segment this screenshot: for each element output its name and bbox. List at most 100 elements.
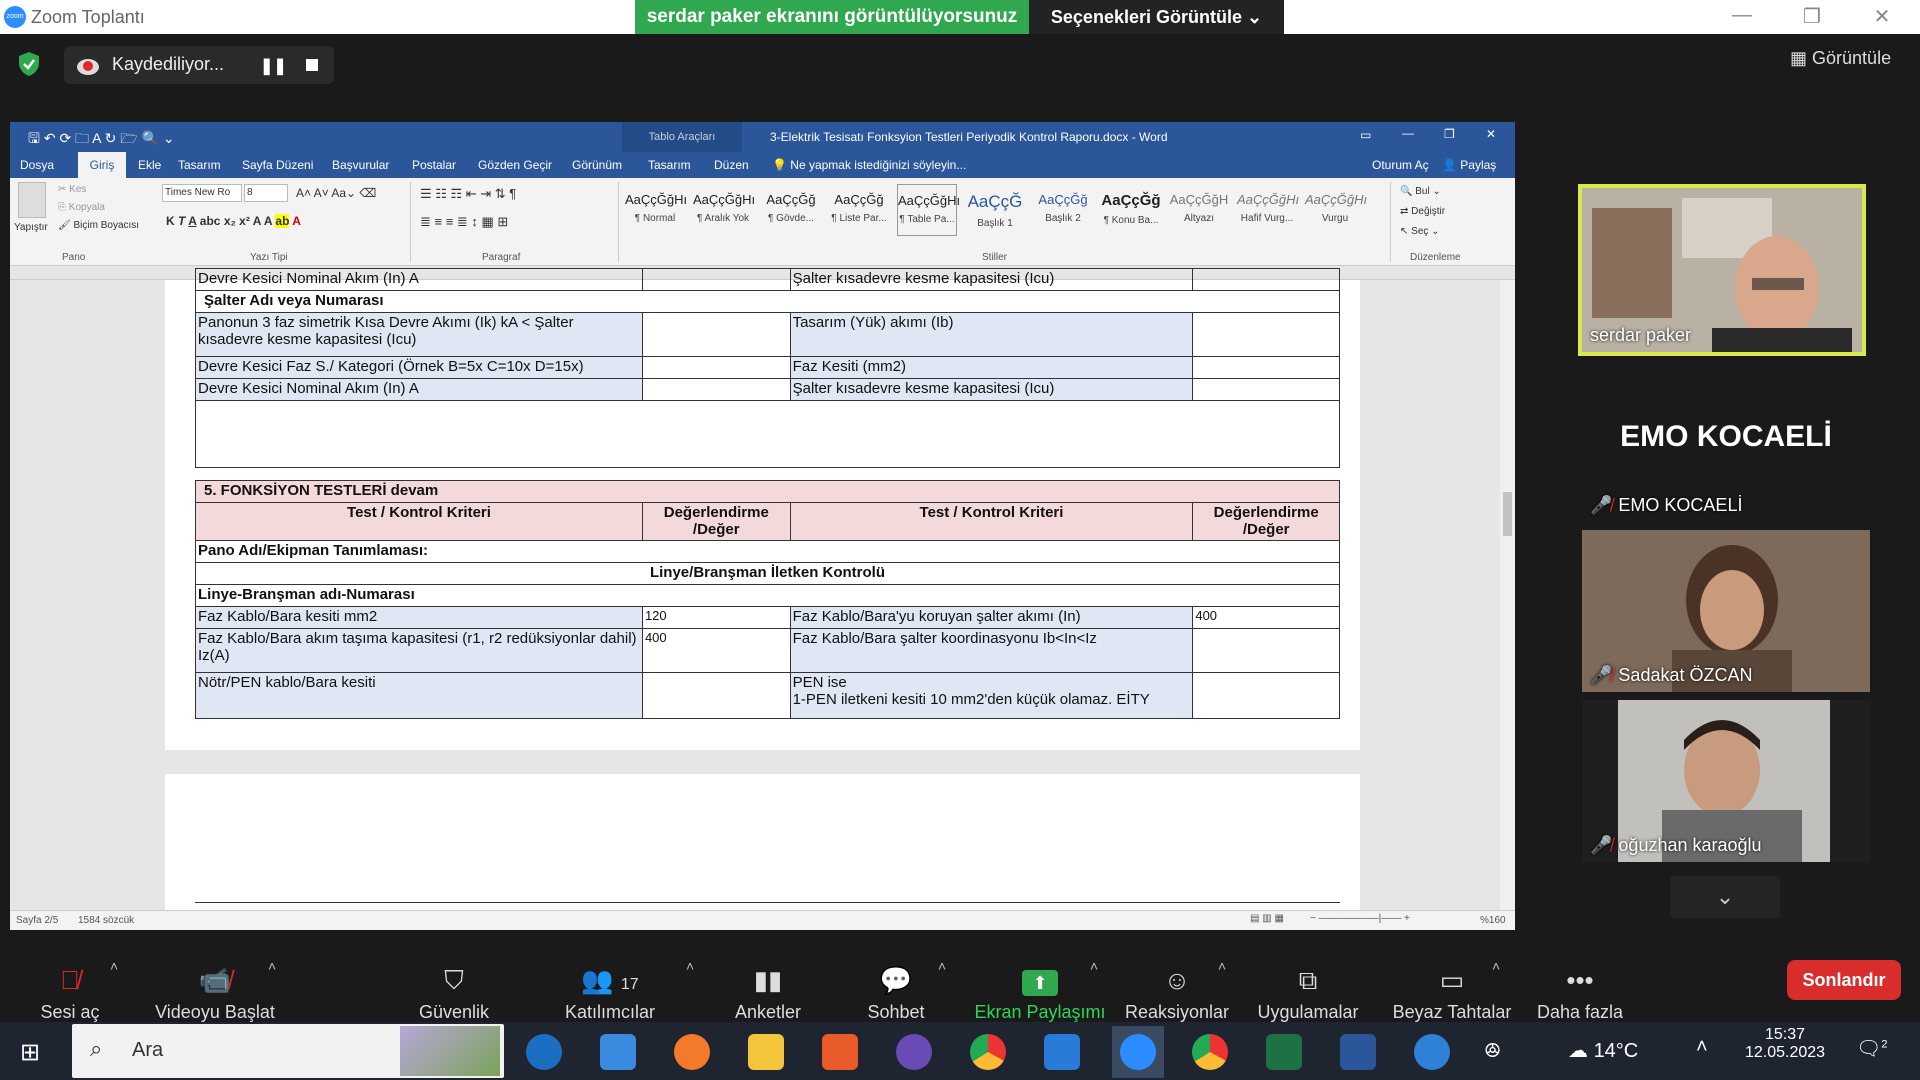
- chrome-icon[interactable]: [1192, 1034, 1228, 1070]
- font-size-select[interactable]: 8: [244, 184, 288, 202]
- participant-tile-oguzhan[interactable]: 🎤̸ oğuzhan karaoğlu: [1582, 700, 1870, 862]
- scrollbar-thumb[interactable]: [1503, 492, 1512, 536]
- value-cell[interactable]: 400: [641, 628, 791, 673]
- style-item[interactable]: AaÇçĞğHı ¶ Normal: [625, 184, 687, 236]
- windows-start-icon[interactable]: ⊞: [20, 1038, 40, 1067]
- ribbon-display-icon[interactable]: ▭: [1360, 128, 1371, 142]
- tab-gozden-gecir[interactable]: Gözden Geçir: [478, 158, 552, 172]
- empty-row[interactable]: [195, 400, 1340, 468]
- caret-up-icon[interactable]: ˄: [1492, 958, 1500, 974]
- style-item[interactable]: AaÇçĞğHı ¶ Aralık Yok: [693, 184, 755, 236]
- excel-icon[interactable]: [1266, 1034, 1302, 1070]
- format-painter-button[interactable]: 🖌 Biçim Boyacısı: [58, 220, 139, 231]
- table-cell[interactable]: [641, 312, 791, 357]
- unmute-button[interactable]: 🎙̸ Sesi aç: [30, 964, 110, 1023]
- tab-tasarim[interactable]: Tasarım: [178, 158, 221, 172]
- caret-up-icon[interactable]: ˄: [938, 958, 946, 974]
- notifications-icon[interactable]: 🗨2: [1856, 1036, 1888, 1061]
- word-restore-icon[interactable]: ❐: [1444, 127, 1455, 141]
- document-page[interactable]: Devre Kesici Nominal Akım (In) A Şalter …: [165, 268, 1360, 750]
- font-format-buttons[interactable]: K T A abc x₂ x² A A ab A: [166, 214, 301, 228]
- value-cell[interactable]: [1192, 672, 1340, 719]
- table-cell[interactable]: [1192, 312, 1340, 357]
- app-icon-orange[interactable]: [674, 1034, 710, 1070]
- word-close-icon[interactable]: ✕: [1486, 127, 1496, 141]
- value-cell[interactable]: [1192, 628, 1340, 673]
- table-cell[interactable]: Panonun 3 faz simetrik Kısa Devre Akımı …: [195, 312, 643, 357]
- tab-dosya[interactable]: Dosya: [20, 158, 54, 172]
- table-cell[interactable]: Faz Kablo/Bara şalter koordinasyonu Ib<I…: [789, 628, 1194, 673]
- section-title[interactable]: 5. FONKSİYON TESTLERİ devam: [195, 480, 1340, 503]
- style-item[interactable]: AaÇçĞ Başlık 1: [965, 184, 1025, 236]
- table-cell[interactable]: Faz Kablo/Bara'yu koruyan şalter akımı (…: [789, 606, 1194, 629]
- help-icon[interactable]: [1414, 1034, 1450, 1070]
- view-layout-button[interactable]: ▦ Görüntüle: [1790, 48, 1891, 69]
- participants-button[interactable]: 👥 17 Katılımcılar: [560, 964, 660, 1023]
- table-cell[interactable]: Şalter kısadevre kesme kapasitesi (Icu): [789, 378, 1194, 401]
- column-header[interactable]: Değerlendirme /Değer: [1192, 502, 1340, 541]
- taskbar-clock[interactable]: 15:37 12.05.2023: [1740, 1026, 1830, 1062]
- caret-up-icon[interactable]: ˄: [1218, 958, 1226, 974]
- tell-me-box[interactable]: 💡 Ne yapmak istediğinizi söyleyin...: [772, 158, 966, 172]
- column-header[interactable]: Değerlendirme /Değer: [641, 502, 791, 541]
- chat-button[interactable]: 💬 Sohbet: [856, 964, 936, 1023]
- word-minimize-icon[interactable]: —: [1402, 126, 1414, 140]
- table-cell[interactable]: Devre Kesici Nominal Akım (In) A: [195, 268, 643, 291]
- tab-table-tasarim[interactable]: Tasarım: [648, 158, 691, 172]
- linye-title[interactable]: Linye/Branşman İletken Kontrolü: [195, 562, 1340, 585]
- style-item[interactable]: AaÇçĞğHı ¶ Table Pa...: [897, 184, 960, 236]
- quick-access-toolbar-icons[interactable]: 🖫 ↶ ⟳ 🗀 A ↻ 🗁 🔍 ⌄: [28, 128, 175, 152]
- style-item[interactable]: AaÇçĞğHı Vurgu: [1305, 184, 1367, 236]
- style-item[interactable]: AaÇçĞğ ¶ Gövde...: [761, 184, 821, 236]
- table-cell[interactable]: [641, 356, 791, 379]
- table-cell[interactable]: Nötr/PEN kablo/Bara kesiti: [195, 672, 643, 719]
- stop-recording-icon[interactable]: [306, 59, 318, 71]
- tab-giris[interactable]: Giriş: [78, 152, 126, 178]
- document-page[interactable]: [165, 774, 1360, 914]
- table-cell[interactable]: Faz Kablo/Bara kesiti mm2: [195, 606, 643, 629]
- replace-button[interactable]: ⇄ Değiştir: [1400, 206, 1445, 217]
- paste-icon[interactable]: [18, 182, 46, 218]
- participant-tile-emo[interactable]: EMO KOCAELİ 🎤̸ EMO KOCAELİ: [1582, 362, 1870, 522]
- edge-icon[interactable]: [526, 1034, 562, 1070]
- end-meeting-button[interactable]: Sonlandır: [1787, 960, 1901, 1000]
- signin-link[interactable]: Oturum Aç: [1372, 158, 1429, 172]
- share-button[interactable]: 👤 Paylaş: [1442, 158, 1496, 172]
- mail-icon[interactable]: [1044, 1034, 1080, 1070]
- table-cell[interactable]: Şalter kısadevre kesme kapasitesi (Icu): [789, 268, 1194, 291]
- style-item[interactable]: AaÇçĞğ Başlık 2: [1033, 184, 1093, 236]
- salter-header[interactable]: Şalter Adı veya Numarası: [195, 290, 1340, 313]
- share-screen-button[interactable]: ⬆ Ekran Paylaşımı: [972, 964, 1108, 1023]
- page-indicator[interactable]: Sayfa 2/5: [16, 915, 58, 926]
- table-cell[interactable]: [641, 378, 791, 401]
- style-item[interactable]: AaÇçĞğ ¶ Liste Par...: [829, 184, 889, 236]
- font-size-buttons[interactable]: A˄ A˅ Aa⌄ ⌫: [296, 186, 376, 200]
- value-cell[interactable]: [641, 672, 791, 719]
- tab-ekle[interactable]: Ekle: [138, 158, 161, 172]
- style-item[interactable]: AaÇçĞğHı Hafif Vurg...: [1237, 184, 1299, 236]
- zoom-level[interactable]: %160: [1480, 915, 1506, 926]
- store-icon[interactable]: [600, 1034, 636, 1070]
- table-cell[interactable]: [1192, 356, 1340, 379]
- caret-up-icon[interactable]: ˄: [686, 958, 694, 974]
- align-buttons[interactable]: ≣ ≡ ≡ ≣ ↕ ▦ ⊞: [420, 214, 508, 230]
- tray-chevron-up-icon[interactable]: ˄: [1696, 1036, 1708, 1059]
- word-count[interactable]: 1584 sözcük: [78, 915, 134, 926]
- participant-tile-serdar[interactable]: serdar paker: [1578, 184, 1866, 356]
- value-cell[interactable]: 400: [1192, 606, 1340, 629]
- table-cell[interactable]: Faz Kesiti (mm2): [789, 356, 1194, 379]
- participant-tile-sadakat[interactable]: 🎤̸ Sadakat ÖZCAN: [1582, 530, 1870, 692]
- copy-button[interactable]: ⎘ Kopyala: [58, 202, 105, 213]
- value-cell[interactable]: 120: [641, 606, 791, 629]
- app-icon-red[interactable]: [822, 1034, 858, 1070]
- select-button[interactable]: ↖ Seç ⌄: [1400, 226, 1440, 237]
- reactions-button[interactable]: ☺ Reaksiyonlar: [1122, 964, 1232, 1023]
- table-cell[interactable]: PEN ise 1-PEN iletkeni kesiti 10 mm2'den…: [789, 672, 1194, 719]
- caret-up-icon[interactable]: ˄: [110, 958, 118, 974]
- table-cell[interactable]: Faz Kablo/Bara akım taşıma kapasitesi (r…: [195, 628, 643, 673]
- more-button[interactable]: ••• Daha fazla: [1532, 964, 1628, 1023]
- pano-label[interactable]: Pano Adı/Ekipman Tanımlaması:: [195, 540, 1340, 563]
- polls-button[interactable]: ▮▮ Anketler: [728, 964, 808, 1023]
- security-button[interactable]: ⛉ Güvenlik: [410, 964, 498, 1023]
- column-header[interactable]: Test / Kontrol Kriteri: [195, 502, 643, 541]
